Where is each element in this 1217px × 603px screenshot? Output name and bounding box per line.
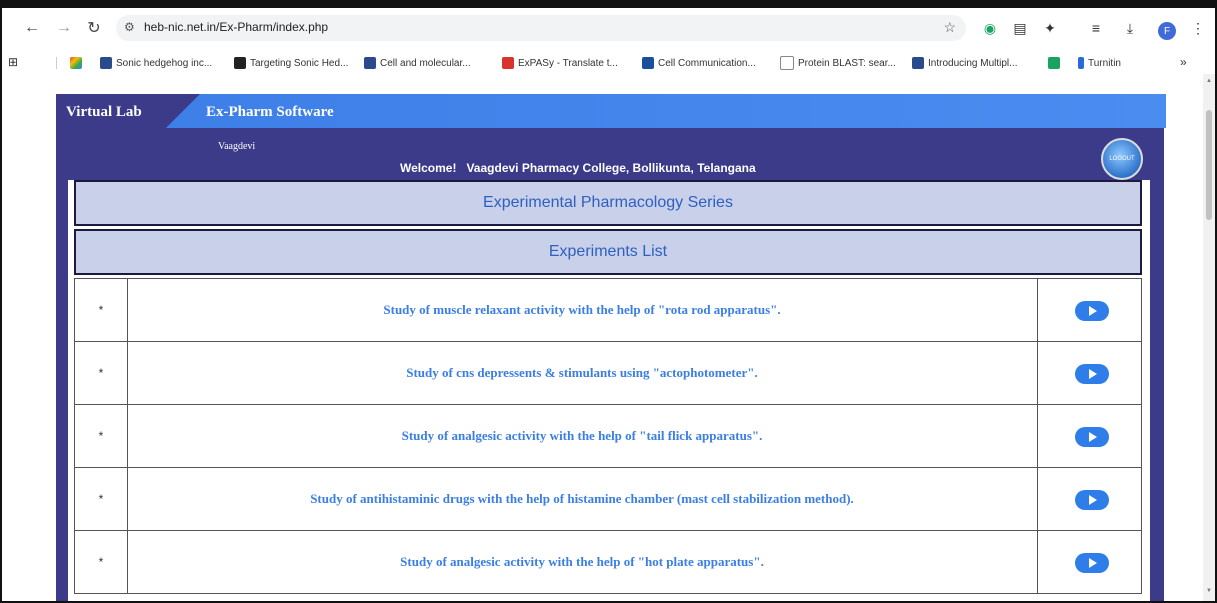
bookmark-favicon	[1048, 57, 1060, 69]
welcome-message: Welcome! Vaagdevi Pharmacy College, Bolli…	[400, 161, 766, 175]
play-button[interactable]	[1075, 427, 1109, 447]
bookmark-favicon	[642, 57, 654, 69]
bookmark-5[interactable]: Cell Communication...	[642, 55, 756, 71]
browser-window: ← → ↻ ⚙ heb-nic.net.in/Ex-Pharm/index.ph…	[0, 0, 1217, 603]
bookmark-star-icon[interactable]: ☆	[943, 19, 956, 36]
bookmarks-bar: ⊞ Sonic hedgehog inc... Targeting Sonic …	[2, 52, 1215, 74]
experiment-row: * Study of analgesic activity with the h…	[74, 530, 1142, 594]
bookmarks-divider	[56, 57, 57, 69]
play-button[interactable]	[1075, 553, 1109, 573]
experiment-title[interactable]: Study of antihistaminic drugs with the h…	[127, 468, 1038, 530]
software-title: Ex-Pharm Software	[206, 104, 334, 120]
experiment-row: * Study of analgesic activity with the h…	[74, 404, 1142, 468]
experiment-row: * Study of cns depressents & stimulants …	[74, 341, 1142, 405]
series-header: Experimental Pharmacology Series	[74, 180, 1142, 226]
web-page: Virtual Lab Ex-Pharm Software Vaagdevi W…	[2, 74, 1203, 601]
profile-avatar[interactable]: F	[1158, 22, 1176, 40]
row-marker: *	[75, 405, 128, 467]
download-icon[interactable]: ⤓	[1120, 18, 1140, 38]
extension-icon[interactable]: ◉	[980, 18, 1000, 38]
bookmark-favicon	[912, 57, 924, 69]
bookmark-1[interactable]: Sonic hedgehog inc...	[100, 55, 212, 71]
row-marker: *	[75, 468, 128, 530]
bookmark-4[interactable]: ExPASy - Translate t...	[502, 55, 618, 71]
reading-list-icon[interactable]: ▤	[1010, 18, 1030, 38]
experiment-title[interactable]: Study of analgesic activity with the hel…	[127, 531, 1038, 593]
experiments-list-header: Experiments List	[74, 229, 1142, 275]
bookmark-8[interactable]	[1048, 55, 1064, 71]
bookmark-favicon	[364, 57, 376, 69]
experiment-title[interactable]: Study of muscle relaxant activity with t…	[127, 279, 1038, 341]
experiment-row: * Study of antihistaminic drugs with the…	[74, 467, 1142, 531]
extensions-puzzle-icon[interactable]: ✦	[1040, 18, 1060, 38]
turnitin-icon	[1078, 57, 1084, 69]
browser-toolbar: ← → ↻ ⚙ heb-nic.net.in/Ex-Pharm/index.ph…	[2, 8, 1215, 56]
reload-icon[interactable]: ↻	[82, 16, 106, 40]
menu-kebab-icon[interactable]: ⋮	[1188, 18, 1208, 38]
back-icon[interactable]: ←	[20, 16, 44, 40]
welcome-label: Welcome!	[400, 161, 457, 175]
bookmark-7[interactable]: Introducing Multipl...	[912, 55, 1018, 71]
row-marker: *	[75, 531, 128, 593]
play-button[interactable]	[1075, 364, 1109, 384]
play-button[interactable]	[1075, 490, 1109, 510]
bookmark-favicon	[234, 57, 246, 69]
experiment-title[interactable]: Study of cns depressents & stimulants us…	[127, 342, 1038, 404]
media-icon[interactable]: ≡	[1086, 18, 1106, 38]
bookmark-favicon	[780, 56, 794, 70]
apps-grid-icon[interactable]: ⊞	[8, 55, 18, 69]
lab-title: Virtual Lab	[66, 104, 142, 120]
page-scrollbar[interactable]: ▲ ▼	[1203, 74, 1215, 601]
row-marker: *	[75, 279, 128, 341]
forward-icon[interactable]: →	[52, 16, 76, 40]
bookmark-3[interactable]: Cell and molecular...	[364, 55, 471, 71]
college-name: Vaagdevi Pharmacy College, Bollikunta, T…	[466, 161, 756, 175]
scrollbar-thumb[interactable]	[1206, 110, 1212, 220]
gmail-icon	[70, 57, 82, 69]
bookmark-6[interactable]: Protein BLAST: sear...	[780, 55, 896, 71]
experiment-row: * Study of muscle relaxant activity with…	[74, 278, 1142, 342]
scroll-down-icon[interactable]: ▼	[1206, 588, 1212, 594]
bookmark-turnitin[interactable]: Turnitin	[1078, 55, 1121, 71]
url-text[interactable]: heb-nic.net.in/Ex-Pharm/index.php	[144, 20, 328, 34]
experiment-title[interactable]: Study of analgesic activity with the hel…	[127, 405, 1038, 467]
bookmark-2[interactable]: Targeting Sonic Hed...	[234, 55, 348, 71]
logout-button[interactable]: LOGOUT	[1101, 138, 1143, 180]
row-marker: *	[75, 342, 128, 404]
scroll-up-icon[interactable]: ▲	[1206, 78, 1212, 84]
play-button[interactable]	[1075, 301, 1109, 321]
bookmark-favicon	[100, 57, 112, 69]
user-name: Vaagdevi	[218, 141, 256, 152]
address-bar[interactable]: ⚙ heb-nic.net.in/Ex-Pharm/index.php ☆	[116, 15, 966, 41]
site-info-icon[interactable]: ⚙	[124, 20, 135, 34]
gmail-bookmark[interactable]	[70, 55, 86, 71]
bookmarks-more[interactable]: »	[1180, 55, 1187, 69]
bookmark-favicon	[502, 57, 514, 69]
